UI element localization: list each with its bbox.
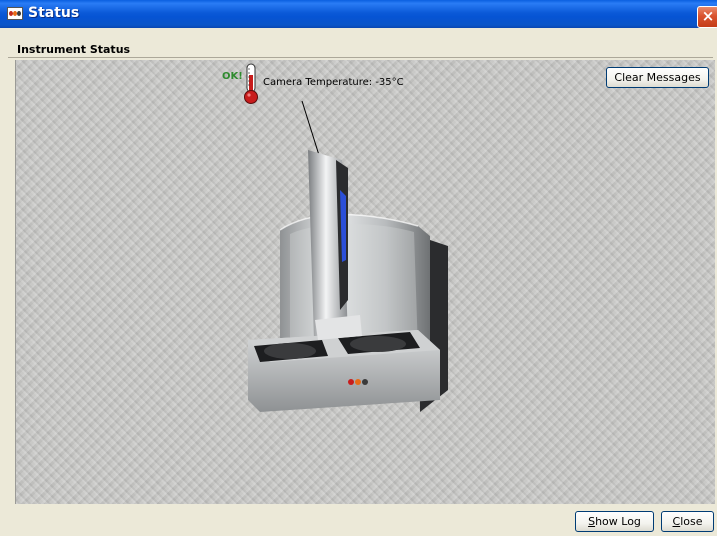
title-bar[interactable]: Status × [0, 0, 717, 28]
section-title: Instrument Status [17, 43, 131, 56]
close-window-button[interactable]: × [697, 6, 717, 28]
close-button[interactable]: Close [661, 511, 714, 532]
section-divider [8, 57, 713, 58]
window-title: Status [28, 5, 80, 21]
clear-messages-button[interactable]: Clear Messages [606, 67, 709, 88]
show-log-label: how Log [595, 515, 641, 528]
clear-messages-label: Clear Messages [614, 71, 701, 84]
status-window: Status × Instrument Status Clear Message… [0, 0, 717, 536]
instrument-image [248, 150, 448, 412]
close-icon: × [701, 7, 715, 25]
camera-temperature-readout: Camera Temperature: -35°C [263, 77, 404, 88]
show-log-button[interactable]: Show Log [575, 511, 654, 532]
close-label: lose [680, 515, 703, 528]
show-log-mnemonic: S [588, 515, 596, 528]
thermometer-icon [244, 63, 258, 104]
app-logo-icon [7, 7, 23, 20]
status-ok-badge: OK! [222, 71, 243, 82]
